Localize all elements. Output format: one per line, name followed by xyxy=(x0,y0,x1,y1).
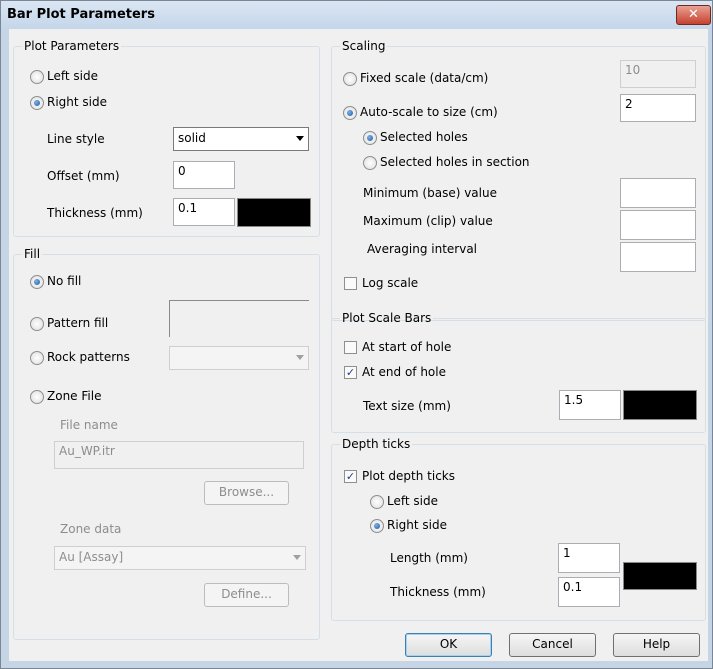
help-button[interactable]: Help xyxy=(613,633,700,657)
tick-length-label: Length (mm) xyxy=(390,551,468,565)
line-style-label: Line style xyxy=(47,132,105,146)
chevron-down-icon xyxy=(296,355,304,360)
dialog-window: Bar Plot Parameters ✕ Plot Parameters Le… xyxy=(0,0,713,669)
line-style-dropdown[interactable]: solid xyxy=(173,127,309,151)
ok-button[interactable]: OK xyxy=(405,633,492,657)
scale-bars-legend: Plot Scale Bars xyxy=(342,311,432,325)
ok-label: OK xyxy=(439,637,458,651)
window-title: Bar Plot Parameters xyxy=(7,7,155,22)
offset-label: Offset (mm) xyxy=(47,169,120,183)
max-value-input[interactable] xyxy=(620,210,696,240)
min-value-input[interactable] xyxy=(620,178,696,208)
plot-depth-ticks-checkbox[interactable]: ✓ xyxy=(344,470,357,483)
max-value-label: Maximum (clip) value xyxy=(363,214,493,228)
zone-data-value: Au [Assay] xyxy=(59,550,124,564)
checkmark-icon: ✓ xyxy=(345,470,356,483)
averaging-interval-input[interactable] xyxy=(620,242,696,272)
fixed-scale-value: 10 xyxy=(625,63,641,77)
thickness-value: 0.1 xyxy=(178,201,198,215)
fixed-scale-label: Fixed scale (data/cm) xyxy=(360,71,489,85)
pattern-fill-preview[interactable] xyxy=(169,300,309,337)
line-style-value: solid xyxy=(178,131,206,145)
dialog-body: Plot Parameters Left side Right side Lin… xyxy=(9,29,708,661)
define-label: Define... xyxy=(221,587,272,601)
left-side-label: Left side xyxy=(47,69,98,83)
text-size-input[interactable]: 1.5 xyxy=(559,390,621,420)
chevron-down-icon xyxy=(296,136,304,141)
zone-file-label: Zone File xyxy=(47,389,102,403)
define-button[interactable]: Define... xyxy=(204,583,289,607)
file-name-value: Au_WP.itr xyxy=(59,444,115,458)
ticks-left-side-label: Left side xyxy=(387,494,438,508)
file-name-input[interactable]: Au_WP.itr xyxy=(54,441,304,469)
selected-holes-section-radio[interactable] xyxy=(363,156,377,170)
start-of-hole-checkbox[interactable] xyxy=(344,341,357,354)
zone-data-label: Zone data xyxy=(60,522,122,536)
rock-patterns-label: Rock patterns xyxy=(47,350,130,364)
thickness-input[interactable]: 0.1 xyxy=(173,198,235,226)
auto-scale-label: Auto-scale to size (cm) xyxy=(360,105,498,119)
close-button[interactable]: ✕ xyxy=(676,5,711,25)
fill-legend: Fill xyxy=(24,247,41,261)
help-label: Help xyxy=(642,637,671,651)
averaging-interval-label: Averaging interval xyxy=(367,242,478,256)
right-side-radio[interactable] xyxy=(30,96,44,110)
plot-parameters-legend: Plot Parameters xyxy=(24,39,120,53)
fixed-scale-radio[interactable] xyxy=(343,72,357,86)
browse-label: Browse... xyxy=(218,485,275,499)
auto-scale-radio[interactable] xyxy=(343,106,357,120)
tick-color-swatch[interactable] xyxy=(623,562,697,590)
text-size-label: Text size (mm) xyxy=(363,399,451,413)
plot-depth-ticks-label: Plot depth ticks xyxy=(362,469,456,483)
end-of-hole-label: At end of hole xyxy=(362,365,446,379)
tick-thickness-label: Thickness (mm) xyxy=(390,585,486,599)
rock-patterns-radio[interactable] xyxy=(30,351,44,365)
cancel-button[interactable]: Cancel xyxy=(509,633,596,657)
ticks-left-side-radio[interactable] xyxy=(370,495,384,509)
tick-thickness-value: 0.1 xyxy=(563,580,583,594)
log-scale-checkbox[interactable] xyxy=(344,277,357,290)
pattern-fill-radio[interactable] xyxy=(30,317,44,331)
selected-holes-radio[interactable] xyxy=(363,131,377,145)
line-color-swatch[interactable] xyxy=(237,198,311,227)
depth-ticks-legend: Depth ticks xyxy=(342,437,411,451)
start-of-hole-label: At start of hole xyxy=(362,340,452,354)
cancel-label: Cancel xyxy=(532,637,573,651)
rock-patterns-dropdown[interactable] xyxy=(169,346,309,370)
fixed-scale-input[interactable]: 10 xyxy=(620,60,696,88)
auto-scale-value: 2 xyxy=(625,97,633,111)
offset-value: 0 xyxy=(178,164,186,178)
file-name-label: File name xyxy=(60,418,118,432)
offset-input[interactable]: 0 xyxy=(173,161,235,189)
thickness-label: Thickness (mm) xyxy=(47,206,143,220)
close-icon: ✕ xyxy=(688,7,699,22)
no-fill-radio[interactable] xyxy=(30,275,44,289)
auto-scale-input[interactable]: 2 xyxy=(620,94,696,122)
tick-length-value: 1 xyxy=(563,546,571,560)
scale-bar-color-swatch[interactable] xyxy=(623,390,697,420)
log-scale-label: Log scale xyxy=(362,276,419,290)
min-value-label: Minimum (base) value xyxy=(363,186,497,200)
browse-button[interactable]: Browse... xyxy=(204,481,289,505)
chevron-down-icon xyxy=(293,555,301,560)
scaling-legend: Scaling xyxy=(342,39,386,53)
selected-holes-label: Selected holes xyxy=(380,130,468,144)
no-fill-label: No fill xyxy=(47,274,82,288)
tick-length-input[interactable]: 1 xyxy=(558,543,620,573)
zone-file-radio[interactable] xyxy=(30,390,44,404)
zone-data-dropdown[interactable]: Au [Assay] xyxy=(54,546,306,570)
ticks-right-side-label: Right side xyxy=(387,518,447,532)
tick-thickness-input[interactable]: 0.1 xyxy=(558,577,620,607)
checkmark-icon: ✓ xyxy=(345,366,356,379)
selected-holes-section-label: Selected holes in section xyxy=(380,155,530,169)
end-of-hole-checkbox[interactable]: ✓ xyxy=(344,366,357,379)
pattern-fill-label: Pattern fill xyxy=(47,316,109,330)
right-side-label: Right side xyxy=(47,95,107,109)
ticks-right-side-radio[interactable] xyxy=(370,519,384,533)
title-bar[interactable]: Bar Plot Parameters ✕ xyxy=(1,1,712,29)
left-side-radio[interactable] xyxy=(30,70,44,84)
text-size-value: 1.5 xyxy=(564,393,584,407)
